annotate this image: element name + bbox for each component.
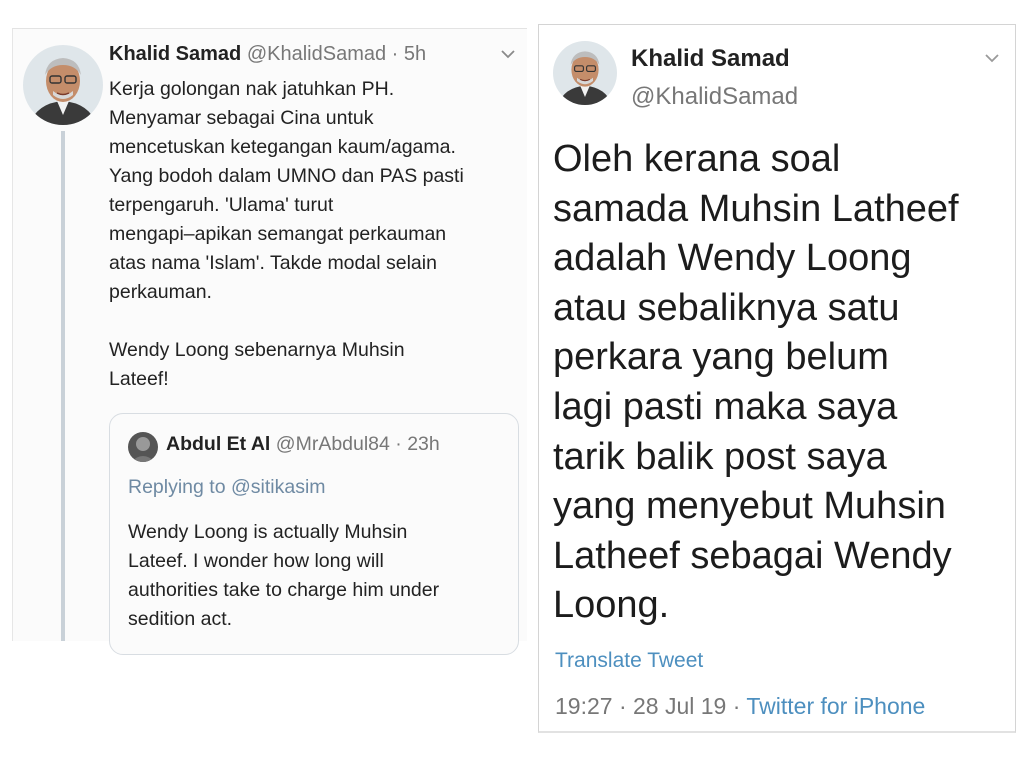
tweet-line: Latheef sebagai Wendy bbox=[553, 534, 952, 577]
author-name[interactable]: Khalid Samad bbox=[631, 45, 790, 73]
thread-line bbox=[61, 131, 65, 641]
tweet-line: Menyamar sebagai Cina untuk bbox=[109, 107, 374, 129]
tweet-line: mencetuskan ketegangan kaum/agama. bbox=[109, 136, 456, 158]
author-name[interactable]: Khalid Samad bbox=[109, 43, 241, 65]
tweet-line: perkauman. bbox=[109, 281, 212, 303]
tweet-line: Oleh kerana soal bbox=[553, 138, 841, 180]
tweet-line: adalah Wendy Loong bbox=[553, 237, 912, 280]
replying-to[interactable]: Replying to @sitikasim bbox=[128, 476, 326, 499]
tweet-line: yang menyebut Muhsin bbox=[553, 485, 946, 528]
tweet-line: atas nama 'Islam'. Takde modal selain bbox=[109, 252, 437, 274]
left-tweet-card: Khalid Samad @KhalidSamad · 5h Kerja gol… bbox=[12, 28, 527, 655]
quoted-tweet[interactable]: Abdul Et Al @MrAbdul84 · 23h Replying to… bbox=[109, 413, 519, 655]
chevron-down-icon[interactable] bbox=[983, 51, 1001, 65]
tweet-line: Lateef! bbox=[109, 368, 169, 390]
author-handle-time[interactable]: @KhalidSamad · 5h bbox=[247, 43, 426, 65]
tweet-line: Yang bodoh dalam UMNO dan PAS pasti bbox=[109, 165, 464, 187]
author-handle[interactable]: @KhalidSamad bbox=[631, 83, 798, 111]
tweet-line: lagi pasti maka saya bbox=[553, 385, 898, 428]
tweet-line: samada Muhsin Latheef bbox=[553, 187, 959, 230]
quoted-line: Lateef. I wonder how long will bbox=[128, 550, 384, 572]
tweet-line: Wendy Loong sebenarnya Muhsin bbox=[109, 339, 405, 361]
tweet-body: Kerja golongan nak jatuhkan PH. Menyamar… bbox=[109, 75, 519, 394]
tweet-line: terpengaruh. 'Ulama' turut bbox=[109, 194, 334, 216]
tweet-line: perkara yang belum bbox=[553, 336, 889, 379]
quoted-author-name[interactable]: Abdul Et Al bbox=[166, 433, 270, 455]
timestamp-text[interactable]: 19:27 · 28 Jul 19 · bbox=[555, 693, 746, 719]
quoted-line: authorities take to charge him under bbox=[128, 579, 440, 601]
quoted-body: Wendy Loong is actually Muhsin Lateef. I… bbox=[128, 518, 508, 634]
quoted-header: Abdul Et Al @MrAbdul84 · 23h bbox=[166, 433, 440, 456]
quoted-author-handle-time[interactable]: @MrAbdul84 · 23h bbox=[276, 433, 440, 455]
quoted-line: sedition act. bbox=[128, 608, 233, 630]
translate-tweet-link[interactable]: Translate Tweet bbox=[555, 649, 703, 673]
right-tweet-card: Khalid Samad @KhalidSamad Oleh kerana so… bbox=[538, 24, 1016, 733]
quoted-avatar[interactable] bbox=[128, 432, 158, 462]
khalid-avatar[interactable] bbox=[23, 45, 103, 125]
chevron-down-icon[interactable] bbox=[499, 47, 517, 61]
tweet-timestamp: 19:27 · 28 Jul 19 · Twitter for iPhone bbox=[555, 693, 925, 720]
tweet-line: tarik balik post saya bbox=[553, 435, 887, 478]
tweet-line: mengapi–apikan semangat perkauman bbox=[109, 223, 447, 245]
source-link[interactable]: Twitter for iPhone bbox=[746, 693, 925, 719]
tweet-line: atau sebaliknya satu bbox=[553, 286, 900, 329]
tweet-line: Kerja golongan nak jatuhkan PH. bbox=[109, 78, 395, 100]
quoted-line: Wendy Loong is actually Muhsin bbox=[128, 521, 408, 543]
tweet-body: Oleh kerana soal samada Muhsin Latheef a… bbox=[553, 135, 1013, 631]
khalid-avatar[interactable] bbox=[553, 41, 617, 105]
tweet-header: Khalid Samad @KhalidSamad · 5h bbox=[109, 43, 426, 66]
tweet-line: Loong. bbox=[553, 584, 670, 627]
